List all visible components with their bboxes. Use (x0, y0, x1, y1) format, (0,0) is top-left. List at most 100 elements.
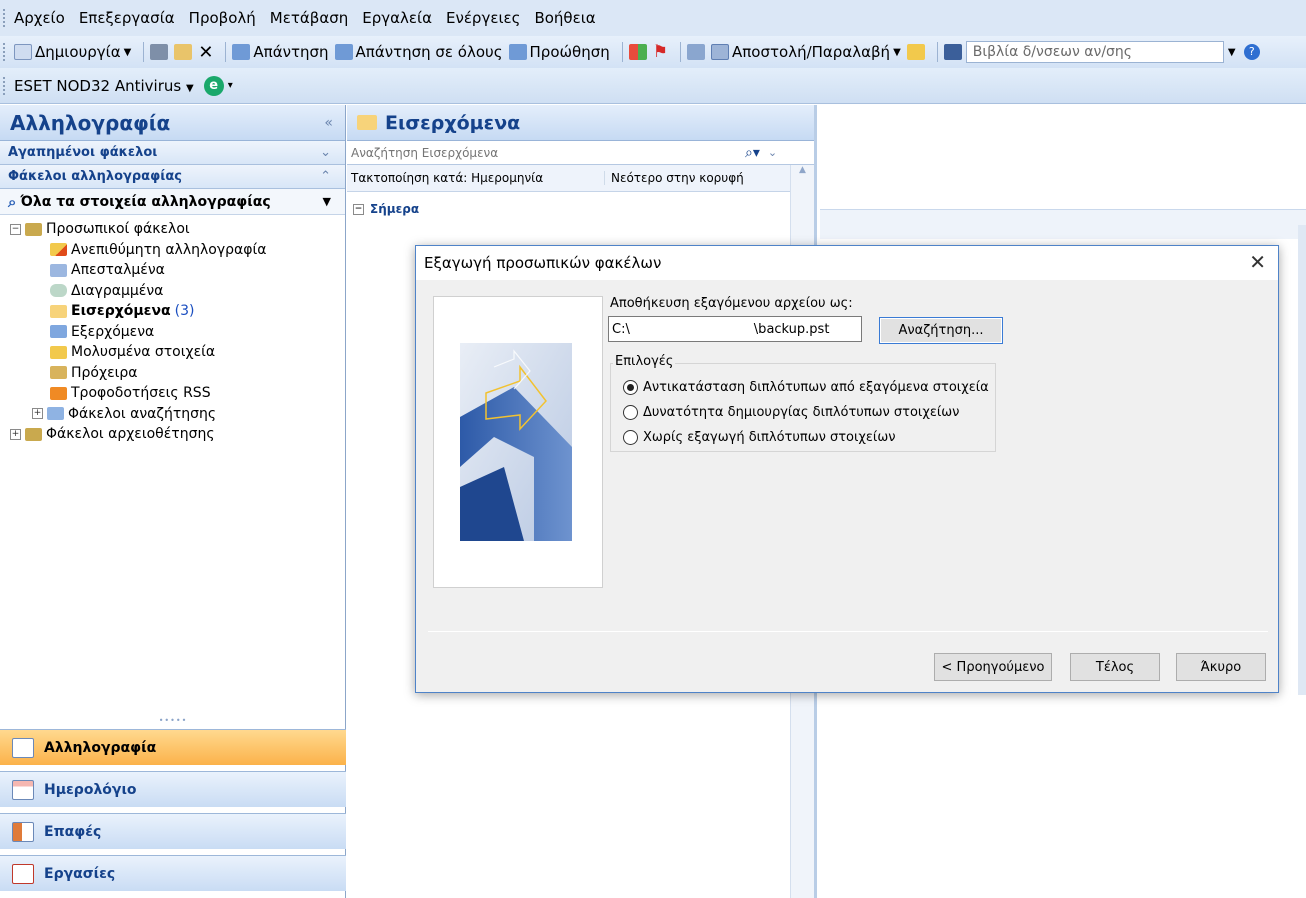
send-receive-dropdown-icon[interactable]: ▼ (893, 47, 901, 58)
menu-edit[interactable]: Επεξεργασία (79, 9, 175, 27)
new-dropdown-icon[interactable]: ▼ (124, 47, 132, 58)
cancel-button[interactable]: Άκυρο (1176, 653, 1266, 681)
send-receive-button[interactable]: Αποστολή/Παραλαβή ▼ (711, 43, 901, 61)
eset-menu-button[interactable]: ESET NOD32 Antivirus ▼ (14, 77, 194, 95)
dropdown-arrow-icon[interactable]: ▼ (323, 195, 331, 208)
radio-allow-duplicates[interactable] (623, 405, 638, 420)
tree-sent-label: Απεσταλμένα (71, 262, 165, 279)
tree-archive-folders[interactable]: + Φάκελοι αρχειοθέτησης (0, 424, 345, 445)
archive-folders-icon (25, 427, 42, 441)
menu-actions[interactable]: Ενέργειες (446, 9, 520, 27)
collapse-toggle-icon[interactable]: − (10, 223, 21, 235)
reading-pane-scrollbar[interactable] (1298, 225, 1306, 695)
help-icon[interactable]: ? (1243, 44, 1260, 60)
option-allow-duplicates[interactable]: Δυνατότητα δημιουργίας διπλότυπων στοιχε… (623, 405, 959, 420)
address-book-search[interactable]: Βιβλία δ/νσεων αν/σης (965, 41, 1224, 63)
toolbar-grip[interactable] (3, 43, 7, 61)
nav-button-calendar[interactable]: Ημερολόγιο (0, 771, 346, 807)
mail-folders-header[interactable]: Φάκελοι αλληλογραφίας ⌃ (0, 165, 345, 189)
nav-button-contacts[interactable]: Επαφές (0, 813, 346, 849)
reply-button[interactable]: Απάντηση (232, 43, 329, 61)
nav-splitter-handle[interactable]: ••••• (0, 716, 346, 728)
radio-no-duplicates[interactable] (623, 430, 638, 445)
collapse-chevron-icon[interactable]: ⌃ (320, 169, 331, 184)
print-icon[interactable] (150, 44, 169, 60)
menu-go[interactable]: Μετάβαση (270, 9, 348, 27)
option-replace-duplicates[interactable]: Αντικατάσταση διπλότυπων από εξαγόμενα σ… (623, 380, 989, 395)
calendar-icon (12, 779, 34, 800)
junk-folder-icon (50, 243, 67, 257)
browse-button[interactable]: Αναζήτηση... (879, 317, 1003, 344)
address-book-icon[interactable] (943, 44, 962, 60)
tree-inbox[interactable]: Εισερχόμενα (3) (0, 301, 345, 322)
tree-outbox[interactable]: Εξερχόμενα (0, 322, 345, 343)
toolbar-separator (225, 42, 227, 62)
standard-toolbar: Δημιουργία ▼ ✕ Απάντηση Απάντηση σε όλου… (0, 36, 1306, 68)
collapse-nav-icon[interactable]: « (324, 115, 333, 131)
arrange-by-button[interactable]: Τακτοποίηση κατά: Ημερομηνία (347, 171, 605, 185)
expand-toggle-icon[interactable]: + (10, 428, 21, 440)
all-mail-items-selector[interactable]: ⌕ Όλα τα στοιχεία αλληλογραφίας ▼ (0, 189, 345, 215)
nav-button-tasks[interactable]: Εργασίες (0, 855, 346, 891)
search-icon[interactable]: ⌕▾ (745, 145, 760, 161)
menu-bar: Αρχείο Επεξεργασία Προβολή Μετάβαση Εργα… (0, 0, 1306, 36)
expand-toggle-icon[interactable]: + (32, 408, 43, 420)
rules-icon[interactable] (687, 44, 706, 60)
eset-toolbar-grip[interactable] (3, 76, 7, 95)
toolbar-options-icon[interactable]: ▾ (228, 80, 233, 91)
mail-envelope-icon (12, 737, 34, 758)
find-folder-icon[interactable] (906, 44, 925, 60)
export-path-input[interactable] (608, 316, 862, 342)
inbox-search-input[interactable] (347, 141, 739, 164)
tree-infected[interactable]: Μολυσμένα στοιχεία (0, 342, 345, 363)
address-book-dropdown-icon[interactable]: ▼ (1224, 47, 1240, 58)
reply-all-button[interactable]: Απάντηση σε όλους (334, 43, 503, 61)
favorite-folders-header[interactable]: Αγαπημένοι φάκελοι ⌄ (0, 141, 345, 165)
forward-button[interactable]: Προώθηση (508, 43, 610, 61)
nav-pane-header: Αλληλογραφία « (0, 105, 345, 141)
follow-up-flag-icon[interactable]: ⚑ (653, 42, 668, 62)
radio-replace-duplicates[interactable] (623, 380, 638, 395)
tree-drafts[interactable]: Πρόχειρα (0, 363, 345, 384)
tree-deleted[interactable]: Διαγραμμένα (0, 281, 345, 302)
menu-grip[interactable] (3, 9, 7, 27)
tree-outbox-label: Εξερχόμενα (71, 323, 155, 340)
move-to-folder-icon[interactable] (174, 44, 193, 60)
finish-button[interactable]: Τέλος (1070, 653, 1160, 681)
sent-folder-icon (50, 263, 67, 277)
new-label: Δημιουργία (35, 43, 121, 61)
group-today-label: Σήμερα (370, 202, 420, 216)
expand-chevron-icon[interactable]: ⌄ (320, 145, 331, 160)
eset-logo-icon[interactable]: e (203, 75, 224, 96)
tree-sent[interactable]: Απεσταλμένα (0, 260, 345, 281)
tasks-icon (12, 863, 34, 884)
back-button[interactable]: < Προηγούμενο (934, 653, 1052, 681)
categorize-icon[interactable] (628, 44, 647, 60)
search-folder-icon: ⌕ (8, 192, 17, 211)
group-collapse-icon[interactable]: − (353, 203, 364, 215)
menu-tools[interactable]: Εργαλεία (362, 9, 432, 27)
rss-feeds-icon (50, 386, 67, 400)
group-header-today[interactable]: − Σήμερα (347, 196, 814, 222)
nav-button-mail[interactable]: Αλληλογραφία (0, 729, 346, 765)
scroll-up-arrow-icon[interactable]: ▲ (791, 165, 814, 175)
tree-search-folders[interactable]: + Φάκελοι αναζήτησης (0, 404, 345, 425)
menu-file[interactable]: Αρχείο (14, 9, 65, 27)
send-receive-label: Αποστολή/Παραλαβή (732, 43, 891, 61)
expand-search-icon[interactable]: ⌄ (768, 146, 777, 159)
menu-view[interactable]: Προβολή (189, 9, 256, 27)
tree-personal-label: Προσωπικοί φάκελοι (46, 221, 190, 238)
tree-rss[interactable]: Τροφοδοτήσεις RSS (0, 383, 345, 404)
delete-icon[interactable]: ✕ (198, 42, 213, 63)
option-no-duplicates[interactable]: Χωρίς εξαγωγή διπλότυπων στοιχείων (623, 430, 895, 445)
eset-toolbar: ESET NOD32 Antivirus ▼ e ▾ (0, 68, 1306, 104)
tree-personal-folders[interactable]: − Προσωπικοί φάκελοι (0, 219, 345, 240)
tree-junk[interactable]: Ανεπιθύμητη αλληλογραφία (0, 240, 345, 261)
close-icon[interactable]: ✕ (1249, 250, 1266, 274)
menu-help[interactable]: Βοήθεια (534, 9, 595, 27)
sort-order-button[interactable]: Νεότερο στην κορυφή (605, 171, 789, 185)
new-button[interactable]: Δημιουργία ▼ (14, 43, 131, 61)
forward-label: Προώθηση (529, 43, 610, 61)
contacts-icon (12, 821, 34, 842)
inbox-folder-icon (50, 304, 67, 318)
